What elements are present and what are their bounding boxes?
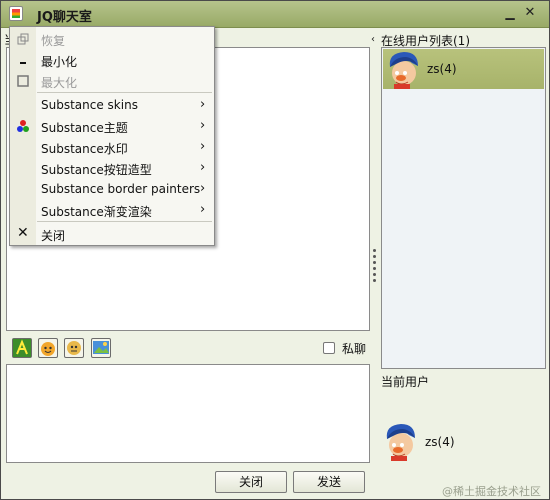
online-user-list[interactable]: zs(4) [381, 47, 546, 369]
user-avatar-icon [389, 52, 418, 89]
minimize-icon[interactable]: ▁ [503, 6, 517, 20]
menu-item-close[interactable]: ✕ 关闭 [10, 224, 214, 244]
minimize-icon [20, 62, 26, 64]
current-user-avatar-icon [386, 424, 415, 461]
menu-item-substance-theme[interactable]: Substance主题 › [10, 116, 214, 136]
theme-dots-icon [17, 120, 29, 132]
menu-item-label: Substance按钮造型 [41, 163, 152, 177]
current-user-name: zs(4) [425, 435, 455, 449]
private-chat-label: 私聊 [342, 342, 367, 356]
current-user-header: 当前用户 [381, 375, 430, 389]
maximize-icon [17, 75, 29, 87]
menu-item-substance-skins[interactable]: Substance skins › [10, 95, 214, 115]
close-icon: ✕ [17, 225, 29, 241]
menu-item-minimize[interactable]: 最小化 [10, 50, 214, 70]
menu-item-label: 关闭 [41, 229, 66, 243]
submenu-arrow-icon: › [200, 97, 206, 112]
close-window-icon[interactable]: ✕ [523, 6, 537, 20]
menu-item-label: Substance主题 [41, 121, 128, 135]
menu-item-substance-gradient[interactable]: Substance渐变渲染 › [10, 200, 214, 220]
online-user-name: zs(4) [427, 62, 457, 76]
submenu-arrow-icon: › [200, 118, 206, 133]
close-button[interactable]: 关闭 [215, 471, 287, 493]
splitter-arrow-icon[interactable]: ‹ [371, 34, 375, 45]
send-picture-button[interactable] [91, 338, 111, 358]
submenu-arrow-icon: › [200, 139, 206, 154]
chat-window: JQ聊天室 ▁ ✕ 当 ‹ 在线用户列表(1) zs(4) [0, 0, 550, 500]
menu-separator [37, 221, 212, 222]
menu-item-label: Substance border painters [41, 182, 201, 196]
watermark: @稀土掘金技术社区 [442, 485, 541, 498]
send-button[interactable]: 发送 [293, 471, 365, 493]
menu-item-label: 最小化 [41, 55, 78, 69]
font-color-button[interactable] [12, 338, 32, 358]
system-menu[interactable]: 恢复 最小化 最大化 Substance skins › Substance主题… [9, 26, 215, 246]
menu-item-label: Substance水印 [41, 142, 128, 156]
submenu-arrow-icon: › [200, 181, 206, 196]
restore-icon [17, 33, 29, 45]
window-title: JQ聊天室 [37, 10, 92, 25]
menu-item-substance-button-shape[interactable]: Substance按钮造型 › [10, 158, 214, 178]
online-user-row[interactable]: zs(4) [383, 49, 544, 89]
title-bar[interactable]: JQ聊天室 ▁ ✕ [1, 1, 549, 28]
menu-item-substance-border-painters[interactable]: Substance border painters › [10, 179, 214, 199]
menu-item-label: Substance skins [41, 98, 138, 112]
message-input[interactable] [6, 364, 370, 463]
emoji-button[interactable] [38, 338, 58, 358]
menu-item-substance-watermark[interactable]: Substance水印 › [10, 137, 214, 157]
private-chat-checkbox[interactable] [323, 342, 335, 354]
java-app-icon[interactable] [9, 6, 23, 21]
menu-item-label: 最大化 [41, 76, 78, 90]
submenu-arrow-icon: › [200, 160, 206, 175]
submenu-arrow-icon: › [200, 202, 206, 217]
menu-item-label: Substance渐变渲染 [41, 205, 152, 219]
menu-item-maximize[interactable]: 最大化 [10, 71, 214, 91]
splitter-handle[interactable] [373, 249, 377, 285]
shake-button[interactable] [64, 338, 84, 358]
menu-item-restore[interactable]: 恢复 [10, 29, 214, 49]
menu-separator [37, 92, 212, 93]
menu-item-label: 恢复 [41, 34, 66, 48]
